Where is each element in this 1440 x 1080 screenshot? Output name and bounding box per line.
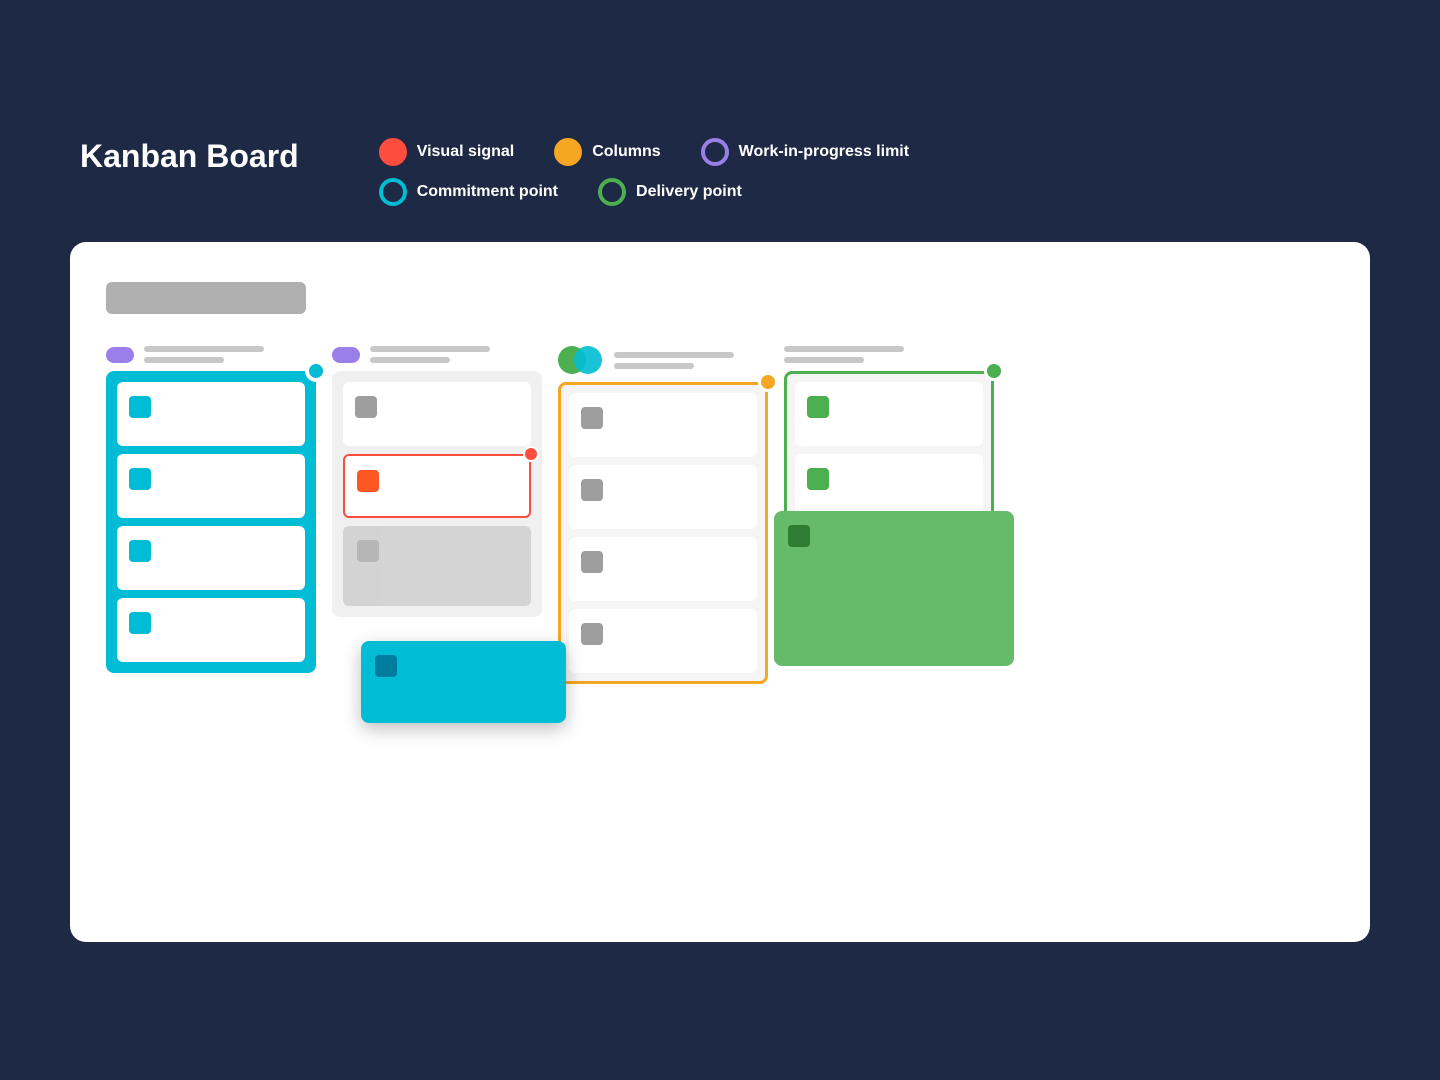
legend: Visual signal Columns Work-in-progress l…: [379, 138, 1273, 218]
kanban-board: [106, 346, 1334, 684]
legend-commitment: Commitment point: [379, 178, 558, 206]
card-1-2[interactable]: [117, 454, 305, 518]
green-overlay-card: [774, 511, 1014, 666]
col1-title: [144, 346, 316, 363]
card-1-1[interactable]: [117, 382, 305, 446]
column-4-wrapper: [784, 346, 994, 617]
commitment-point-marker: [305, 360, 327, 382]
card-1-3[interactable]: [117, 526, 305, 590]
delivery-point-marker: [984, 361, 1004, 381]
column-4-header: [784, 346, 994, 363]
wip-icon: [701, 138, 729, 166]
column-1-header: [106, 346, 316, 363]
wip-label: Work-in-progress limit: [739, 143, 909, 161]
card-3-1[interactable]: [569, 393, 757, 457]
col3-title: [614, 352, 768, 369]
card-4-2[interactable]: [795, 454, 983, 518]
delivery-icon: [598, 178, 626, 206]
column-2-wrapper: [332, 346, 542, 617]
column-1-wrapper: [106, 346, 316, 673]
card-dot: [807, 468, 829, 490]
column-2-header: [332, 346, 542, 363]
board-container: [70, 242, 1370, 942]
col2-title: [370, 346, 542, 363]
commitment-icon: [379, 178, 407, 206]
col4-title: [784, 346, 994, 363]
col3-line1: [614, 352, 734, 358]
commitment-label: Commitment point: [417, 183, 558, 201]
card-dot: [355, 396, 377, 418]
legend-row-2: Commitment point Delivery point: [379, 178, 1273, 206]
col4-line2: [784, 357, 864, 363]
col1-line1: [144, 346, 264, 352]
card-dot: [581, 407, 603, 429]
card-dot: [581, 551, 603, 573]
card-3-2[interactable]: [569, 465, 757, 529]
legend-columns: Columns: [554, 138, 660, 166]
columns-icon: [554, 138, 582, 166]
col4-line1: [784, 346, 904, 352]
columns-marker: [758, 372, 778, 392]
col2-line2: [370, 357, 450, 363]
green-overlay-dot: [788, 525, 810, 547]
col2-badge: [332, 347, 360, 363]
col3-dual-badge: [558, 346, 604, 374]
card-dot: [581, 479, 603, 501]
card-dot: [129, 612, 151, 634]
dragging-card-dot: [375, 655, 397, 677]
page-container: Kanban Board Visual signal Columns Work-…: [70, 138, 1370, 942]
column-3: [558, 382, 768, 684]
card-dot: [581, 623, 603, 645]
legend-wip: Work-in-progress limit: [701, 138, 909, 166]
delivery-label: Delivery point: [636, 183, 742, 201]
card-dot: [129, 468, 151, 490]
card-4-1[interactable]: [795, 382, 983, 446]
col3-line2: [614, 363, 694, 369]
visual-signal-icon: [379, 138, 407, 166]
card-dot: [129, 396, 151, 418]
search-bar-placeholder: [106, 282, 306, 314]
column-1: [106, 371, 316, 673]
col1-badge: [106, 347, 134, 363]
legend-visual-signal: Visual signal: [379, 138, 515, 166]
card-3-3[interactable]: [569, 537, 757, 601]
card-dot: [807, 396, 829, 418]
column-3-wrapper: [558, 346, 768, 684]
legend-delivery: Delivery point: [598, 178, 742, 206]
card-2-red[interactable]: [343, 454, 531, 518]
col1-line2: [144, 357, 224, 363]
column-3-header: [558, 346, 768, 374]
column-2: [332, 371, 542, 617]
col2-line1: [370, 346, 490, 352]
columns-label: Columns: [592, 143, 660, 161]
card-1-4[interactable]: [117, 598, 305, 662]
card-dot-orange: [357, 470, 379, 492]
card-dot: [357, 540, 379, 562]
card-dot: [129, 540, 151, 562]
card-3-4[interactable]: [569, 609, 757, 673]
legend-row-1: Visual signal Columns Work-in-progress l…: [379, 138, 1273, 166]
card-2-ghost: [343, 526, 531, 606]
dragging-card: [361, 641, 566, 723]
visual-signal-dot: [523, 446, 539, 462]
visual-signal-label: Visual signal: [417, 143, 515, 161]
header: Kanban Board Visual signal Columns Work-…: [70, 138, 1370, 218]
card-2-1[interactable]: [343, 382, 531, 446]
page-title: Kanban Board: [80, 138, 299, 175]
col3-circle-cyan: [574, 346, 602, 374]
